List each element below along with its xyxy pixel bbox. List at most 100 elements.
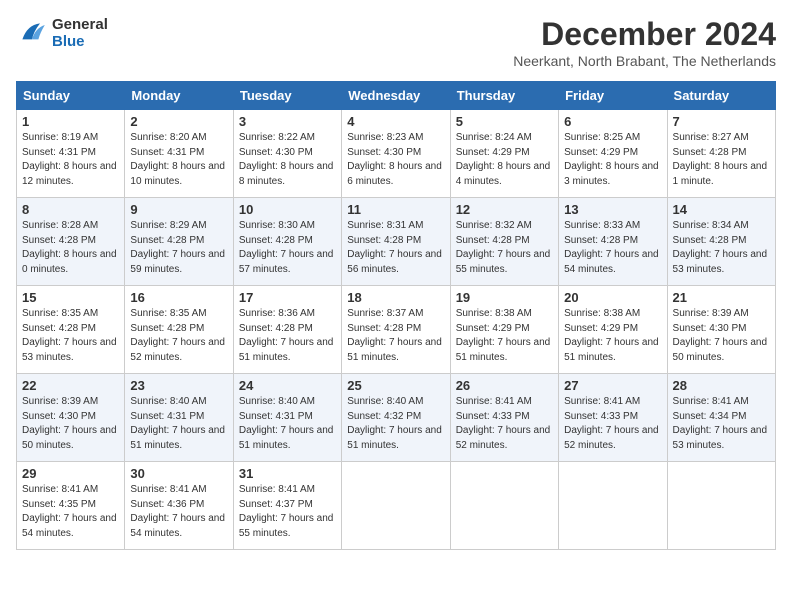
calendar-week-5: 29 Sunrise: 8:41 AMSunset: 4:35 PMDayligh… — [17, 462, 776, 550]
calendar-cell: 9 Sunrise: 8:29 AMSunset: 4:28 PMDaylight… — [125, 198, 233, 286]
day-number: 13 — [564, 202, 661, 217]
day-info: Sunrise: 8:40 AMSunset: 4:31 PMDaylight:… — [239, 395, 336, 453]
day-number: 12 — [456, 202, 553, 217]
calendar-cell — [667, 462, 775, 550]
calendar-table: SundayMondayTuesdayWednesdayThursdayFrid… — [16, 81, 776, 550]
day-number: 18 — [347, 290, 444, 305]
day-info: Sunrise: 8:19 AMSunset: 4:31 PMDaylight:… — [22, 131, 119, 189]
calendar-cell: 2Sunrise: 8:20 AMSunset: 4:31 PMDaylight… — [125, 110, 233, 198]
logo-text: General Blue — [52, 16, 108, 50]
day-info: Sunrise: 8:38 AMSunset: 4:29 PMDaylight:… — [456, 307, 553, 365]
day-number: 3 — [239, 114, 336, 129]
day-number: 24 — [239, 378, 336, 393]
day-info: Sunrise: 8:32 AMSunset: 4:28 PMDaylight:… — [456, 219, 553, 277]
calendar-cell: 17 Sunrise: 8:36 AMSunset: 4:28 PMDayligh… — [233, 286, 341, 374]
day-info: Sunrise: 8:30 AMSunset: 4:28 PMDaylight:… — [239, 219, 336, 277]
month-title: December 2024 — [513, 16, 776, 53]
calendar-cell: 31 Sunrise: 8:41 AMSunset: 4:37 PMDayligh… — [233, 462, 341, 550]
calendar-week-4: 22Sunrise: 8:39 AMSunset: 4:30 PMDayligh… — [17, 374, 776, 462]
day-number: 29 — [22, 466, 119, 481]
day-number: 5 — [456, 114, 553, 129]
day-info: Sunrise: 8:41 AMSunset: 4:36 PMDaylight:… — [130, 483, 227, 541]
day-number: 27 — [564, 378, 661, 393]
day-info: Sunrise: 8:40 AMSunset: 4:31 PMDaylight:… — [130, 395, 227, 453]
day-info: Sunrise: 8:39 AMSunset: 4:30 PMDaylight:… — [22, 395, 119, 453]
day-info: Sunrise: 8:31 AMSunset: 4:28 PMDaylight:… — [347, 219, 444, 277]
day-number: 17 — [239, 290, 336, 305]
day-info: Sunrise: 8:28 AMSunset: 4:28 PMDaylight:… — [22, 219, 119, 277]
day-info: Sunrise: 8:41 AMSunset: 4:37 PMDaylight:… — [239, 483, 336, 541]
calendar-cell: 21Sunrise: 8:39 AMSunset: 4:30 PMDayligh… — [667, 286, 775, 374]
day-info: Sunrise: 8:20 AMSunset: 4:31 PMDaylight:… — [130, 131, 227, 189]
day-info: Sunrise: 8:41 AMSunset: 4:33 PMDaylight:… — [564, 395, 661, 453]
calendar-cell: 18 Sunrise: 8:37 AMSunset: 4:28 PMDayligh… — [342, 286, 450, 374]
logo-icon — [16, 17, 48, 49]
day-info: Sunrise: 8:37 AMSunset: 4:28 PMDaylight:… — [347, 307, 444, 365]
col-header-thursday: Thursday — [450, 82, 558, 110]
day-number: 1 — [22, 114, 119, 129]
day-number: 11 — [347, 202, 444, 217]
day-info: Sunrise: 8:27 AMSunset: 4:28 PMDaylight:… — [673, 131, 770, 189]
calendar-week-3: 15Sunrise: 8:35 AMSunset: 4:28 PMDayligh… — [17, 286, 776, 374]
day-number: 23 — [130, 378, 227, 393]
calendar-cell: 7 Sunrise: 8:27 AMSunset: 4:28 PMDaylight… — [667, 110, 775, 198]
calendar-cell: 20 Sunrise: 8:38 AMSunset: 4:29 PMDayligh… — [559, 286, 667, 374]
day-number: 28 — [673, 378, 770, 393]
day-number: 20 — [564, 290, 661, 305]
col-header-friday: Friday — [559, 82, 667, 110]
day-info: Sunrise: 8:22 AMSunset: 4:30 PMDaylight:… — [239, 131, 336, 189]
day-info: Sunrise: 8:25 AMSunset: 4:29 PMDaylight:… — [564, 131, 661, 189]
calendar-cell: 27 Sunrise: 8:41 AMSunset: 4:33 PMDayligh… — [559, 374, 667, 462]
day-info: Sunrise: 8:33 AMSunset: 4:28 PMDaylight:… — [564, 219, 661, 277]
calendar-cell: 1 Sunrise: 8:19 AMSunset: 4:31 PMDaylight… — [17, 110, 125, 198]
day-info: Sunrise: 8:24 AMSunset: 4:29 PMDaylight:… — [456, 131, 553, 189]
day-number: 19 — [456, 290, 553, 305]
day-info: Sunrise: 8:39 AMSunset: 4:30 PMDaylight:… — [673, 307, 770, 365]
day-info: Sunrise: 8:41 AMSunset: 4:35 PMDaylight:… — [22, 483, 119, 541]
calendar-cell — [342, 462, 450, 550]
day-number: 8 — [22, 202, 119, 217]
calendar-cell: 13 Sunrise: 8:33 AMSunset: 4:28 PMDayligh… — [559, 198, 667, 286]
title-block: December 2024 Neerkant, North Brabant, T… — [513, 16, 776, 69]
day-info: Sunrise: 8:29 AMSunset: 4:28 PMDaylight:… — [130, 219, 227, 277]
calendar-cell: 16Sunrise: 8:35 AMSunset: 4:28 PMDayligh… — [125, 286, 233, 374]
day-info: Sunrise: 8:23 AMSunset: 4:30 PMDaylight:… — [347, 131, 444, 189]
calendar-cell: 24 Sunrise: 8:40 AMSunset: 4:31 PMDayligh… — [233, 374, 341, 462]
calendar-cell: 8 Sunrise: 8:28 AMSunset: 4:28 PMDaylight… — [17, 198, 125, 286]
col-header-monday: Monday — [125, 82, 233, 110]
calendar-cell: 12 Sunrise: 8:32 AMSunset: 4:28 PMDayligh… — [450, 198, 558, 286]
day-number: 4 — [347, 114, 444, 129]
day-info: Sunrise: 8:41 AMSunset: 4:34 PMDaylight:… — [673, 395, 770, 453]
calendar-week-2: 8 Sunrise: 8:28 AMSunset: 4:28 PMDaylight… — [17, 198, 776, 286]
day-number: 30 — [130, 466, 227, 481]
calendar-cell: 4 Sunrise: 8:23 AMSunset: 4:30 PMDaylight… — [342, 110, 450, 198]
day-number: 14 — [673, 202, 770, 217]
day-number: 31 — [239, 466, 336, 481]
calendar-week-1: 1 Sunrise: 8:19 AMSunset: 4:31 PMDaylight… — [17, 110, 776, 198]
calendar-cell: 22Sunrise: 8:39 AMSunset: 4:30 PMDayligh… — [17, 374, 125, 462]
header-row: SundayMondayTuesdayWednesdayThursdayFrid… — [17, 82, 776, 110]
page-header: General Blue December 2024 Neerkant, Nor… — [16, 16, 776, 69]
calendar-cell — [450, 462, 558, 550]
calendar-cell: 23 Sunrise: 8:40 AMSunset: 4:31 PMDayligh… — [125, 374, 233, 462]
day-number: 7 — [673, 114, 770, 129]
calendar-cell — [559, 462, 667, 550]
calendar-cell: 15Sunrise: 8:35 AMSunset: 4:28 PMDayligh… — [17, 286, 125, 374]
calendar-cell: 6Sunrise: 8:25 AMSunset: 4:29 PMDaylight… — [559, 110, 667, 198]
day-number: 10 — [239, 202, 336, 217]
day-info: Sunrise: 8:38 AMSunset: 4:29 PMDaylight:… — [564, 307, 661, 365]
location: Neerkant, North Brabant, The Netherlands — [513, 53, 776, 69]
logo: General Blue — [16, 16, 108, 50]
col-header-sunday: Sunday — [17, 82, 125, 110]
day-number: 9 — [130, 202, 227, 217]
day-info: Sunrise: 8:35 AMSunset: 4:28 PMDaylight:… — [130, 307, 227, 365]
calendar-cell: 11 Sunrise: 8:31 AMSunset: 4:28 PMDayligh… — [342, 198, 450, 286]
day-info: Sunrise: 8:34 AMSunset: 4:28 PMDaylight:… — [673, 219, 770, 277]
col-header-wednesday: Wednesday — [342, 82, 450, 110]
day-info: Sunrise: 8:40 AMSunset: 4:32 PMDaylight:… — [347, 395, 444, 453]
day-number: 26 — [456, 378, 553, 393]
day-info: Sunrise: 8:36 AMSunset: 4:28 PMDaylight:… — [239, 307, 336, 365]
calendar-cell: 19 Sunrise: 8:38 AMSunset: 4:29 PMDayligh… — [450, 286, 558, 374]
calendar-cell: 14 Sunrise: 8:34 AMSunset: 4:28 PMDayligh… — [667, 198, 775, 286]
calendar-cell: 29 Sunrise: 8:41 AMSunset: 4:35 PMDayligh… — [17, 462, 125, 550]
